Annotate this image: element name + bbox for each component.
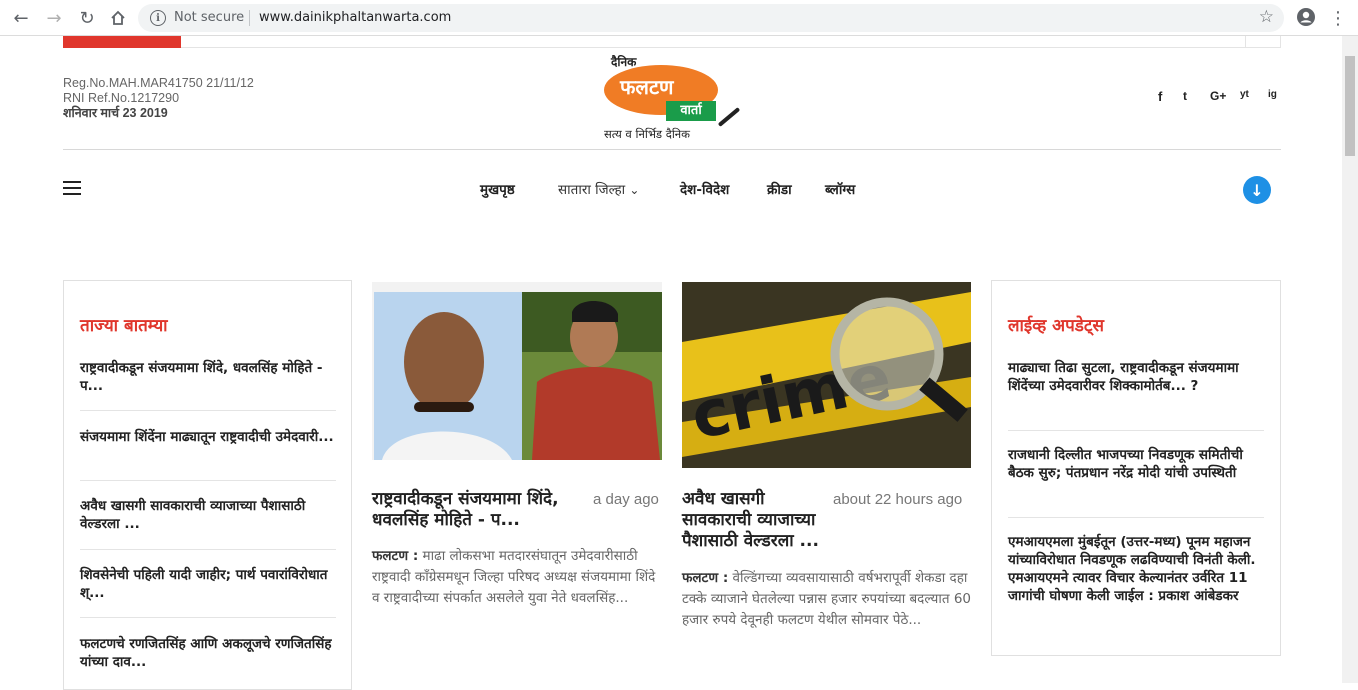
latest-news-item[interactable]: फलटणचे रणजितसिंह आणि अकलूजचे रणजितसिंह य… xyxy=(80,635,336,671)
browser-menu-icon[interactable]: ⋮ xyxy=(1326,6,1350,30)
twitter-icon[interactable]: t xyxy=(1183,89,1187,103)
site-logo[interactable]: दैनिक फलटण वार्ता सत्य व निर्भिड दैनिक xyxy=(600,53,741,145)
live-updates-heading: लाईव्ह अपडेट्स xyxy=(1008,316,1104,336)
article-2-title[interactable]: अवैध खासगी सावकाराची व्याजाच्या पैशासाठी… xyxy=(682,489,832,552)
account-icon[interactable] xyxy=(1294,5,1318,29)
logo-main-text: फलटण xyxy=(620,75,674,99)
latest-news-heading: ताज्या बातम्या xyxy=(80,316,168,336)
divider xyxy=(80,410,336,411)
forward-icon[interactable]: → xyxy=(42,6,66,30)
info-icon[interactable]: i xyxy=(150,10,166,26)
divider xyxy=(80,617,336,618)
live-update-item[interactable]: राजधानी दिल्लीत भाजपच्या निवडणूक समितीची… xyxy=(1008,446,1264,482)
breaking-news-label xyxy=(63,36,181,48)
reload-icon[interactable]: ↻ xyxy=(75,6,99,30)
reg-number: Reg.No.MAH.MAR41750 21/11/12 xyxy=(63,76,254,90)
article-1-time: a day ago xyxy=(593,491,659,508)
browser-toolbar: ← → ↻ i Not secure www.dainikphaltanwart… xyxy=(0,0,1358,36)
facebook-icon[interactable]: f xyxy=(1158,89,1162,104)
divider xyxy=(1008,430,1264,431)
security-label: Not secure xyxy=(174,10,245,25)
address-bar[interactable]: i Not secure www.dainikphaltanwarta.com … xyxy=(138,4,1284,32)
youtube-icon[interactable]: yt xyxy=(1240,89,1249,100)
live-update-item[interactable]: माढ्याचा तिढा सुटला, राष्ट्रवादीकडून संज… xyxy=(1008,359,1264,395)
nav-satara-label: सातारा जिल्हा xyxy=(558,182,626,198)
live-update-item[interactable]: एमआयएमला मुंबईतून (उत्तर-मध्य) पूनम महाज… xyxy=(1008,533,1264,605)
header-divider xyxy=(63,149,1281,150)
logo-varta: वार्ता xyxy=(666,101,716,121)
ticker-divider xyxy=(1245,36,1246,48)
latest-news-item[interactable]: राष्ट्रवादीकडून संजयमामा शिंदे, धवलसिंह … xyxy=(80,359,336,395)
nav-blogs[interactable]: ब्लॉग्स xyxy=(825,180,855,198)
url-text[interactable]: www.dainikphaltanwarta.com xyxy=(259,10,451,25)
article-1-summary: फलटण : माढा लोकसभा मतदारसंघातून उमेदवारी… xyxy=(372,546,657,609)
bookmark-star-icon[interactable]: ☆ xyxy=(1259,7,1274,27)
nav-world[interactable]: देश-विदेश xyxy=(680,180,729,198)
registration-info: Reg.No.MAH.MAR41750 21/11/12 RNI Ref.No.… xyxy=(63,76,254,121)
rni-number: RNI Ref.No.1217290 xyxy=(63,91,180,105)
breaking-news-strip xyxy=(63,36,1281,48)
back-icon[interactable]: ← xyxy=(9,6,33,30)
article-2-time: about 22 hours ago xyxy=(833,491,963,508)
live-updates-box: लाईव्ह अपडेट्स माढ्याचा तिढा सुटला, राष्… xyxy=(991,280,1281,656)
page-scrollbar[interactable] xyxy=(1342,36,1358,683)
scrollbar-thumb[interactable] xyxy=(1345,56,1355,156)
latest-news-item[interactable]: संजयमामा शिंदेंना माढ्यातून राष्ट्रवादीच… xyxy=(80,428,336,446)
article-2-image[interactable]: crime xyxy=(682,282,971,468)
download-icon[interactable]: ↓ xyxy=(1243,176,1271,204)
nav-home[interactable]: मुखपृष्ठ xyxy=(480,180,515,198)
divider xyxy=(80,480,336,481)
google-plus-icon[interactable]: G+ xyxy=(1210,89,1226,103)
chevron-down-icon: ⌄ xyxy=(629,183,640,197)
latest-news-item[interactable]: शिवसेनेची पहिली यादी जाहीर; पार्थ पवारां… xyxy=(80,566,336,602)
nav-satara-district[interactable]: सातारा जिल्हा ⌄ xyxy=(558,180,639,198)
article-1-title[interactable]: राष्ट्रवादीकडून संजयमामा शिंदे, धवलसिंह … xyxy=(372,489,592,531)
article-2-place: फलटण : xyxy=(682,570,729,586)
home-icon[interactable] xyxy=(106,6,130,30)
article-2-summary: फलटण : वेल्डिंगच्या व्यवसायासाठी वर्षभरा… xyxy=(682,568,971,631)
latest-news-box: ताज्या बातम्या राष्ट्रवादीकडून संजयमामा … xyxy=(63,280,352,690)
instagram-icon[interactable]: ig xyxy=(1268,89,1277,100)
omnibox-divider xyxy=(249,10,250,26)
divider xyxy=(80,549,336,550)
article-1-place: फलटण : xyxy=(372,548,419,564)
logo-tagline: सत्य व निर्भिड दैनिक xyxy=(604,127,691,141)
current-date: शनिवार मार्च 23 2019 xyxy=(63,106,168,120)
pen-icon xyxy=(717,107,741,127)
article-1-image[interactable] xyxy=(372,282,662,460)
hamburger-menu-icon[interactable] xyxy=(63,181,81,199)
latest-news-item[interactable]: अवैध खासगी सावकाराची व्याजाच्या पैशासाठी… xyxy=(80,497,336,533)
divider xyxy=(1008,517,1264,518)
nav-sports[interactable]: क्रीडा xyxy=(767,180,792,198)
